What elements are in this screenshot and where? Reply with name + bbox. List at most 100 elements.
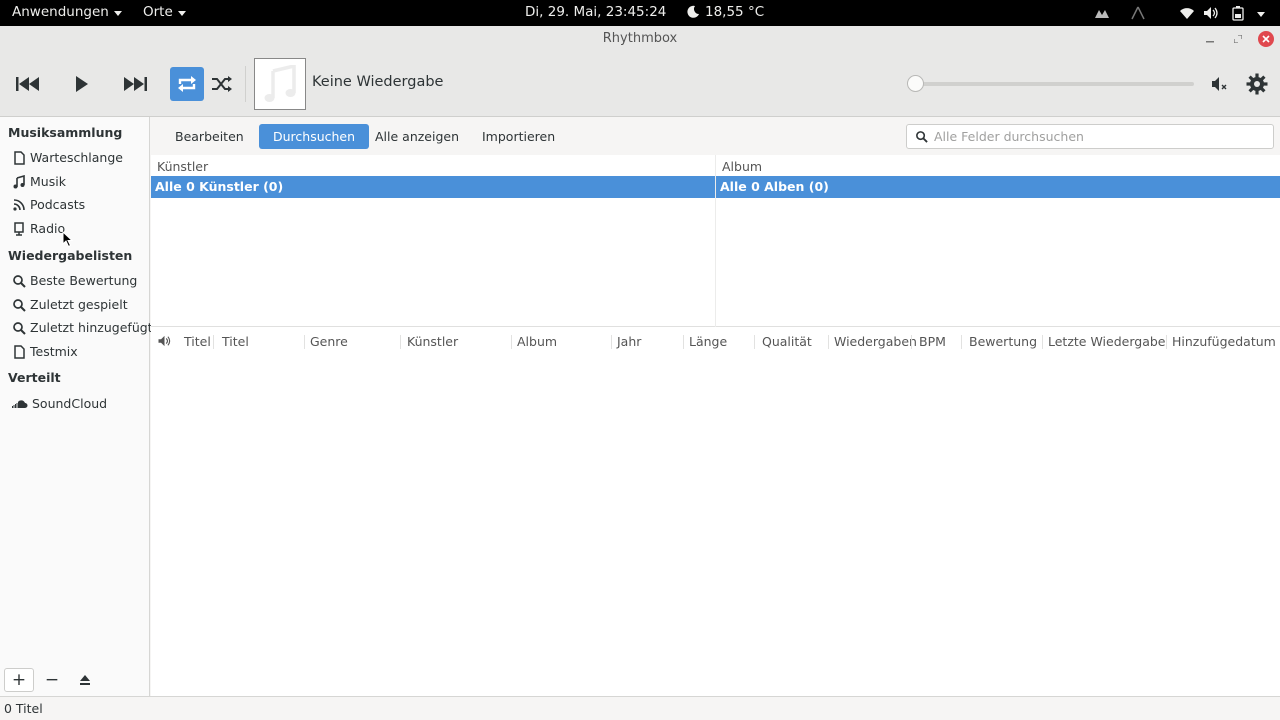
places-caret-icon xyxy=(177,10,186,16)
album-column-header[interactable]: Album xyxy=(511,331,557,353)
sidebar-section-playlists: Wiedergabelisten xyxy=(8,248,133,263)
sidebar-item-label: Beste Bewertung xyxy=(30,273,138,288)
date-added-column-header[interactable]: Hinzufügedatum xyxy=(1166,331,1276,353)
volume-button[interactable] xyxy=(1203,67,1237,101)
last-played-column-header[interactable]: Letzte Wiedergabe xyxy=(1042,331,1165,353)
applications-menu-label: Anwendungen xyxy=(12,4,109,20)
search-box[interactable] xyxy=(906,124,1274,149)
maximize-icon xyxy=(1234,35,1242,43)
repeat-toggle[interactable] xyxy=(170,67,204,101)
rss-icon xyxy=(13,198,25,211)
clock[interactable]: Di, 29. Mai, 23:45:24 xyxy=(525,4,666,20)
places-menu[interactable]: Orte xyxy=(143,4,186,20)
eject-icon xyxy=(80,675,90,685)
sidebar-item-top-rated[interactable]: Beste Bewertung xyxy=(12,273,137,288)
bpm-column-header[interactable]: BPM xyxy=(913,331,946,353)
repeat-icon xyxy=(178,76,196,92)
sidebar-item-label: Zuletzt hinzugefügt xyxy=(30,320,153,335)
sidebar-item-radio[interactable]: Radio xyxy=(12,221,65,236)
column-separator xyxy=(754,335,755,349)
artist-column-header[interactable]: Künstler xyxy=(401,331,458,353)
rating-column-header[interactable]: Bewertung xyxy=(963,331,1037,353)
skip-previous-icon xyxy=(16,77,39,91)
volume-muted-icon xyxy=(1212,77,1227,91)
remove-source-button[interactable]: − xyxy=(37,668,67,692)
close-button[interactable] xyxy=(1258,31,1274,47)
volume-icon[interactable] xyxy=(1203,5,1219,21)
sidebar-item-label: Warteschlange xyxy=(30,150,123,165)
dock-icon[interactable] xyxy=(1094,5,1110,21)
places-menu-label: Orte xyxy=(143,4,173,20)
playing-column-header[interactable] xyxy=(151,331,172,353)
seek-bar[interactable] xyxy=(914,82,1194,86)
player-toolbar: Keine Wiedergabe xyxy=(0,52,1280,117)
year-column-header[interactable]: Jahr xyxy=(611,331,641,353)
previous-button[interactable] xyxy=(11,67,45,101)
applications-caret-icon xyxy=(113,10,122,16)
sidebar-item-podcasts[interactable]: Podcasts xyxy=(12,197,85,212)
artist-column-header[interactable]: Künstler xyxy=(157,159,208,174)
sidebar-item-music[interactable]: Musik xyxy=(12,174,66,189)
sidebar-item-label: Podcasts xyxy=(30,197,86,212)
sidebar-section-library: Musiksammlung xyxy=(8,125,123,140)
status-bar: 0 Titel xyxy=(0,696,1280,720)
next-button[interactable] xyxy=(118,67,152,101)
sidebar-item-recently-added[interactable]: Zuletzt hinzugefügt xyxy=(12,320,153,335)
weather-temperature: 18,55 °C xyxy=(705,4,765,20)
seek-handle[interactable] xyxy=(907,75,924,92)
window-title: Rhythmbox xyxy=(602,31,678,46)
minimize-button[interactable] xyxy=(1202,31,1218,47)
sidebar-item-label: Testmix xyxy=(30,344,78,359)
maximize-button[interactable] xyxy=(1230,31,1246,47)
toolbar-separator xyxy=(245,66,246,102)
add-source-button[interactable]: + xyxy=(4,668,34,692)
search-icon xyxy=(13,298,26,312)
show-all-button[interactable]: Alle anzeigen xyxy=(361,124,473,149)
track-list: Titel Titel Genre Künstler Album Jahr Lä… xyxy=(151,327,1280,696)
genre-column-header[interactable]: Genre xyxy=(304,331,348,353)
speaker-icon xyxy=(158,335,171,347)
sidebar-section-shared: Verteilt xyxy=(8,370,61,385)
search-icon xyxy=(13,321,26,335)
library-browser: Künstler Album Alle 0 Künstler (0) Alle … xyxy=(151,155,1280,327)
settings-button[interactable] xyxy=(1240,67,1274,101)
sidebar-item-testmix[interactable]: Testmix xyxy=(12,344,78,359)
gnome-top-bar: Anwendungen Orte Di, 29. Mai, 23:45:24 1… xyxy=(0,0,1280,26)
browse-button[interactable]: Durchsuchen xyxy=(259,124,370,149)
sidebar-action-bar: + − xyxy=(0,663,150,696)
edit-button[interactable]: Bearbeiten xyxy=(161,124,258,149)
now-playing-label: Keine Wiedergabe xyxy=(312,74,444,90)
window-titlebar[interactable]: Rhythmbox xyxy=(0,26,1280,52)
sidebar: Musiksammlung Warteschlange Musik Podcas… xyxy=(0,117,153,696)
title-column-header[interactable]: Titel xyxy=(216,331,249,353)
main-content: Bearbeiten Durchsuchen Alle anzeigen Imp… xyxy=(151,117,1280,696)
wifi-icon[interactable] xyxy=(1179,5,1195,21)
shuffle-toggle[interactable] xyxy=(205,67,239,101)
play-button[interactable] xyxy=(65,67,99,101)
accessibility-icon[interactable] xyxy=(1130,5,1146,21)
system-menu-caret-icon[interactable] xyxy=(1255,5,1267,21)
applications-menu[interactable]: Anwendungen xyxy=(12,4,122,20)
eject-button[interactable] xyxy=(70,668,100,692)
search-input[interactable] xyxy=(934,129,1264,144)
sidebar-item-soundcloud[interactable]: SoundCloud xyxy=(12,396,107,411)
battery-icon[interactable] xyxy=(1231,5,1245,21)
sidebar-item-label: Radio xyxy=(30,221,66,236)
sidebar-item-queue[interactable]: Warteschlange xyxy=(12,150,123,165)
import-button[interactable]: Importieren xyxy=(468,124,569,149)
play-count-column-header[interactable]: Wiedergaben xyxy=(828,331,917,353)
browser-divider[interactable] xyxy=(715,155,716,327)
sidebar-item-recently-played[interactable]: Zuletzt gespielt xyxy=(12,297,128,312)
track-number-column-header[interactable]: Titel xyxy=(178,331,211,353)
album-all-row[interactable]: Alle 0 Alben (0) xyxy=(716,176,1280,198)
status-text: 0 Titel xyxy=(4,701,43,716)
weather-indicator[interactable]: 18,55 °C xyxy=(686,4,764,20)
quality-column-header[interactable]: Qualität xyxy=(756,331,812,353)
gear-icon xyxy=(1246,73,1268,95)
sidebar-item-label: SoundCloud xyxy=(32,396,108,411)
column-separator xyxy=(961,335,962,349)
search-icon xyxy=(13,274,26,288)
artist-all-row[interactable]: Alle 0 Künstler (0) xyxy=(151,176,715,198)
length-column-header[interactable]: Länge xyxy=(683,331,727,353)
album-column-header[interactable]: Album xyxy=(722,159,762,174)
